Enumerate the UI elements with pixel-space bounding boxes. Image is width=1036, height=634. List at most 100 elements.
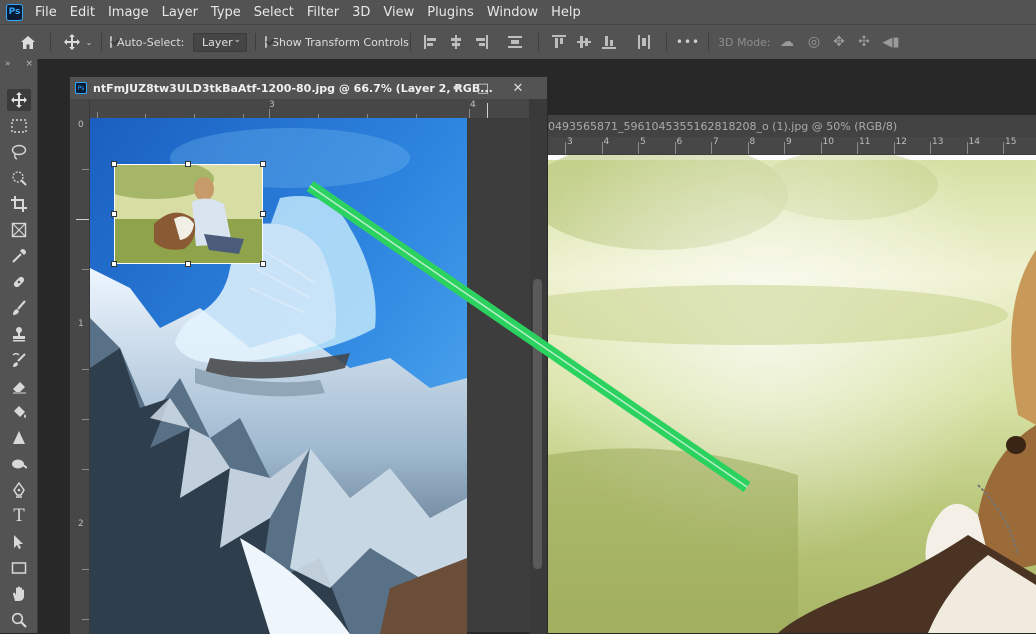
3d-mode-label: 3D Mode:: [718, 35, 771, 49]
ruler-tick: [565, 142, 566, 154]
ruler-tick: [601, 142, 603, 154]
history-brush-icon[interactable]: [7, 349, 31, 371]
menu-help[interactable]: Help: [551, 5, 581, 20]
show-transform-controls-checkbox[interactable]: Show Transform Controls: [265, 25, 409, 59]
ruler-label: 11: [859, 137, 871, 147]
crop-icon[interactable]: [7, 193, 31, 215]
align-right-edges-icon[interactable]: [474, 35, 488, 49]
frame-icon[interactable]: [7, 219, 31, 241]
brush-icon[interactable]: [7, 297, 31, 319]
transform-handle-top-left[interactable]: [111, 161, 117, 167]
type-icon[interactable]: T: [7, 505, 31, 527]
distribute-horizontal-icon[interactable]: [637, 35, 651, 49]
ruler-label: 1: [78, 319, 84, 329]
transform-handle-top[interactable]: [185, 161, 191, 167]
document-window-background[interactable]: 0493565871_5961045355162818208_o (1).jpg…: [548, 115, 1036, 633]
align-bottom-edges-icon[interactable]: [602, 35, 616, 49]
document-window-floating[interactable]: Ps ntFmJUZ8tw3ULD3tkBaAtf-1200-80.jpg @ …: [69, 76, 548, 634]
auto-select-target-dropdown[interactable]: Layer ⌄: [193, 33, 247, 52]
ruler-tick: [747, 142, 749, 154]
menu-file[interactable]: File: [35, 5, 57, 20]
collapse-panel-icon[interactable]: »: [5, 59, 11, 71]
rectangle-shape-icon[interactable]: [7, 557, 31, 579]
menu-filter[interactable]: Filter: [307, 5, 339, 20]
ruler-label: 6: [676, 137, 683, 147]
document-title-bar[interactable]: Ps ntFmJUZ8tw3ULD3tkBaAtf-1200-80.jpg @ …: [70, 77, 547, 99]
transform-handle-left[interactable]: [111, 211, 117, 217]
auto-select-checkbox[interactable]: Auto-Select:: [110, 25, 185, 59]
menu-3d[interactable]: 3D: [352, 5, 370, 20]
hand-icon[interactable]: [7, 583, 31, 605]
transform-handle-bottom-right[interactable]: [260, 261, 266, 267]
align-horizontal-centers-icon[interactable]: [449, 35, 463, 49]
move-tool-preset-button[interactable]: ⌄: [58, 25, 98, 59]
photoshop-logo-icon[interactable]: Ps: [6, 3, 23, 21]
home-button[interactable]: [14, 25, 42, 59]
rectangular-marquee-icon[interactable]: [7, 115, 31, 137]
transform-handle-right[interactable]: [260, 211, 266, 217]
align-left-edges-icon[interactable]: [424, 35, 438, 49]
spot-healing-brush-icon[interactable]: [7, 271, 31, 293]
eyedropper-icon[interactable]: [7, 245, 31, 267]
move-tool-icon[interactable]: [7, 89, 31, 111]
auto-select-label: Auto-Select:: [117, 35, 185, 49]
menu-image[interactable]: Image: [108, 5, 149, 20]
sharpen-icon[interactable]: [7, 427, 31, 449]
menu-plugins[interactable]: Plugins: [427, 5, 474, 20]
ruler-tick: [820, 142, 822, 154]
boy-with-dog-photo-image: [548, 155, 1036, 633]
maximize-icon: □: [476, 80, 490, 96]
camera-3d-icon[interactable]: ◀▮: [880, 25, 902, 59]
placed-photo-layer[interactable]: [111, 161, 266, 267]
dodge-icon[interactable]: [7, 453, 31, 475]
menu-view[interactable]: View: [383, 5, 414, 20]
ruler-label: 5: [640, 137, 646, 147]
ruler-label: 0: [78, 120, 84, 130]
checkbox-checked-icon[interactable]: [265, 36, 267, 48]
roll-3d-icon[interactable]: ◎: [803, 25, 825, 59]
menu-layer[interactable]: Layer: [162, 5, 198, 20]
menu-type[interactable]: Type: [211, 5, 241, 20]
eraser-icon[interactable]: [7, 375, 31, 397]
clone-stamp-icon[interactable]: [7, 323, 31, 345]
canvas-mountain-skates[interactable]: [90, 118, 467, 634]
transform-handle-bottom[interactable]: [185, 261, 191, 267]
more-options-button[interactable]: •••: [675, 25, 701, 59]
transform-handle-bottom-left[interactable]: [111, 261, 117, 267]
document-tab[interactable]: 0493565871_5961045355162818208_o (1).jpg…: [548, 115, 1036, 137]
ruler-tick: [674, 142, 676, 154]
ruler-tick: [966, 142, 968, 154]
vertical-ruler[interactable]: 0 1 2: [70, 99, 90, 634]
align-top-edges-icon[interactable]: [552, 35, 566, 49]
menu-edit[interactable]: Edit: [70, 5, 95, 20]
maximize-button[interactable]: □: [469, 77, 497, 99]
horizontal-ruler[interactable]: 3 4 5 6 7 8 9 10 11 12 13 14 15: [548, 137, 1036, 154]
ruler-label: 15: [1005, 137, 1017, 147]
scrollbar-thumb[interactable]: [533, 279, 542, 569]
separator: [101, 33, 102, 51]
horizontal-ruler[interactable]: 3 4: [89, 99, 529, 119]
canvas-boy-dog-photo[interactable]: [548, 155, 1036, 633]
lasso-icon[interactable]: [7, 141, 31, 163]
ps-document-icon: Ps: [75, 82, 87, 94]
close-panel-icon[interactable]: ×: [25, 59, 33, 71]
paint-bucket-icon[interactable]: [7, 401, 31, 423]
pen-icon[interactable]: [7, 479, 31, 501]
slide-3d-icon[interactable]: ✣: [853, 25, 875, 59]
orbit-3d-icon[interactable]: ☁: [776, 25, 798, 59]
checkbox-checked-icon[interactable]: [110, 36, 112, 48]
menu-window[interactable]: Window: [487, 5, 538, 20]
zoom-icon[interactable]: [7, 609, 31, 631]
transform-handle-top-right[interactable]: [260, 161, 266, 167]
distribute-vertical-icon[interactable]: [508, 35, 522, 49]
vertical-scrollbar[interactable]: [529, 99, 547, 634]
options-bar: ⌄ Auto-Select: Layer ⌄ Show Transform Co…: [0, 24, 1036, 59]
path-selection-icon[interactable]: [7, 531, 31, 553]
drag-3d-icon[interactable]: ✥: [828, 25, 850, 59]
minimize-button[interactable]: ▬: [443, 77, 471, 99]
menu-select[interactable]: Select: [254, 5, 294, 20]
separator: [50, 33, 51, 51]
quick-selection-icon[interactable]: [7, 167, 31, 189]
align-vertical-centers-icon[interactable]: [577, 35, 591, 49]
close-window-button[interactable]: ✕: [504, 77, 532, 99]
